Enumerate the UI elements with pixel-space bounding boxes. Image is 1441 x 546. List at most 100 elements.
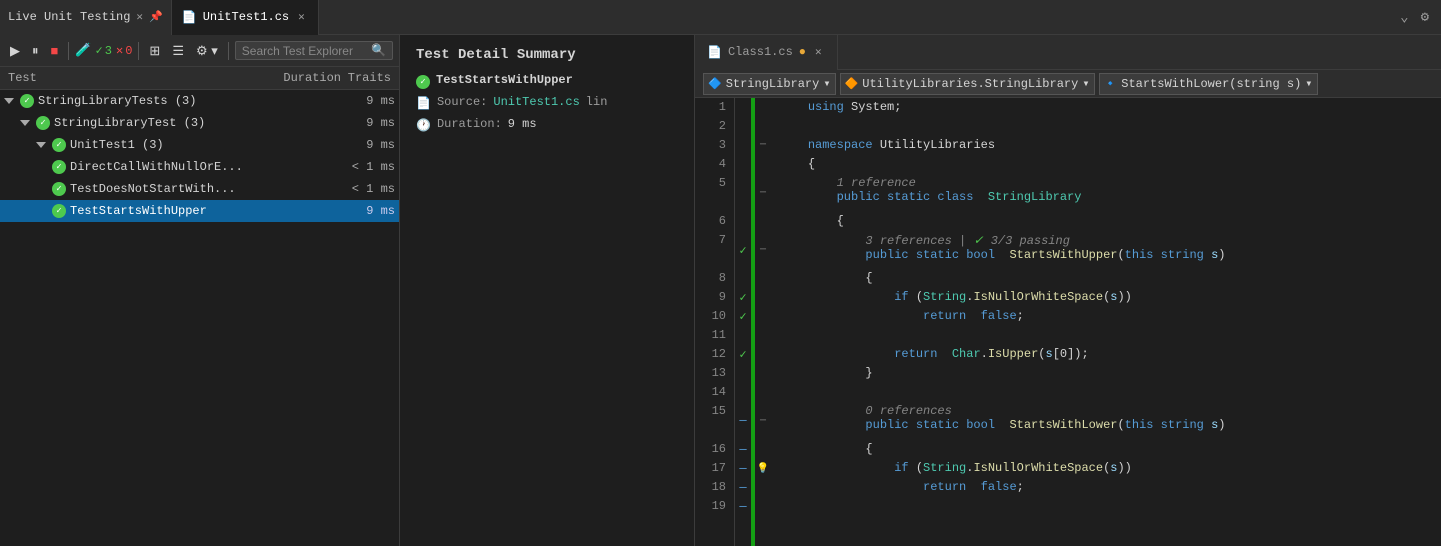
fold-7[interactable]: ─ — [755, 231, 771, 269]
code-lines[interactable]: using System; namespace UtilityLibraries… — [771, 98, 1441, 546]
code-line-11 — [771, 326, 1441, 345]
dropdown-arrow: ▾ — [823, 76, 830, 91]
check-icon: ✓ — [96, 43, 103, 58]
fold-4 — [755, 155, 771, 174]
gutter-5 — [735, 174, 751, 212]
namespace-dropdown[interactable]: 🔶 UtilityLibraries.StringLibrary ▾ — [840, 73, 1095, 95]
pass-icon — [52, 138, 66, 152]
pass-icon — [20, 94, 34, 108]
dash-gutter-15: ─ — [739, 414, 746, 428]
ns-icon: 🔶 — [845, 77, 859, 91]
search-icon: 🔍 — [371, 43, 386, 58]
fold-18 — [755, 478, 771, 497]
test-row-string-library-test[interactable]: StringLibraryTest (3) 9 ms — [0, 112, 399, 134]
line-num: 1 — [703, 98, 726, 117]
check-gutter-7: ✓ — [739, 243, 746, 258]
search-input[interactable] — [242, 44, 367, 58]
pass-icon — [36, 116, 50, 130]
row-label: DirectCallWithNullOrE... — [70, 160, 243, 174]
duration-label: Duration: — [437, 117, 502, 131]
check-gutter-12: ✓ — [739, 347, 746, 362]
code-line-15: 0 references public static bool StartsWi… — [771, 402, 1441, 440]
class1-tab-close[interactable]: ✕ — [812, 44, 825, 60]
play-button[interactable]: ▶ — [6, 41, 24, 61]
unittest1-tab[interactable]: 📄 UnitTest1.cs ✕ — [172, 0, 319, 35]
line-num: 19 — [703, 497, 726, 516]
unittest1-tab-close[interactable]: ✕ — [295, 9, 308, 25]
test-row-does-not-start[interactable]: TestDoesNotStartWith... < 1 ms — [0, 178, 399, 200]
code-editor[interactable]: 1 2 3 4 5 6 7 8 9 10 11 12 13 14 15 16 1 — [695, 98, 1441, 546]
code-line-7: 3 references | ✓ 3/3 passing public stat… — [771, 231, 1441, 269]
code-line-2 — [771, 117, 1441, 136]
code-line-13: } — [771, 364, 1441, 383]
gutter-8 — [735, 269, 751, 288]
gutter-12: ✓ — [735, 345, 751, 364]
line-num: 17 — [703, 459, 726, 478]
row-duration: 9 ms — [305, 116, 395, 130]
dropdown-arrow-icon[interactable]: ⌄ — [1396, 7, 1412, 28]
code-line-3: namespace UtilityLibraries — [771, 136, 1441, 155]
row-duration: 9 ms — [305, 94, 395, 108]
fold-13 — [755, 364, 771, 383]
lightbulb-icon[interactable]: 💡 — [757, 463, 769, 475]
settings-button[interactable]: ⚙ ▾ — [192, 41, 222, 61]
settings-icon[interactable]: ⚙ — [1417, 7, 1433, 28]
gutter-15: ─ — [735, 402, 751, 440]
traits-column-header: Traits — [341, 71, 391, 85]
test-toolbar: ▶ ⏸ ■ 🧪 ✓ 3 ✕ 0 ⊞ ☰ ⚙ ▾ 🔍 — [0, 35, 399, 67]
code-line-6: { — [771, 212, 1441, 231]
line-num: 7 — [703, 231, 726, 269]
dropdown-arrow2: ▾ — [1082, 76, 1089, 91]
live-unit-testing-tab[interactable]: Live Unit Testing ✕ 📌 — [0, 0, 172, 35]
live-tab-close-icon[interactable]: ✕ — [136, 10, 143, 24]
line-num: 10 — [703, 307, 726, 326]
group-button[interactable]: ⊞ — [145, 41, 164, 61]
line-num: 11 — [703, 326, 726, 345]
method-dropdown[interactable]: 🔹 StartsWithLower(string s) ▾ — [1099, 73, 1318, 95]
fold-1 — [755, 98, 771, 117]
test-tree: StringLibraryTests (3) 9 ms StringLibrar… — [0, 90, 399, 546]
fold-3[interactable]: ─ — [755, 136, 771, 155]
search-box[interactable]: 🔍 — [235, 41, 393, 60]
test-row-direct-call[interactable]: DirectCallWithNullOrE... < 1 ms — [0, 156, 399, 178]
pin-icon[interactable]: 📌 — [149, 10, 163, 24]
detail-check-icon — [416, 74, 430, 89]
fold-15[interactable]: ─ — [755, 402, 771, 440]
test-row-string-library-tests[interactable]: StringLibraryTests (3) 9 ms — [0, 90, 399, 112]
gutter-16: ─ — [735, 440, 751, 459]
fold-6 — [755, 212, 771, 231]
row-label: TestStartsWithUpper — [70, 204, 207, 218]
expand-icon — [36, 142, 46, 148]
pass-count: 3 — [105, 44, 112, 58]
code-line-1: using System; — [771, 98, 1441, 117]
expand-icon — [20, 120, 30, 126]
fold-12 — [755, 345, 771, 364]
expand-icon — [4, 98, 14, 104]
pause-button[interactable]: ⏸ — [28, 41, 43, 61]
fold-5[interactable]: ─ — [755, 174, 771, 212]
code-line-4: { — [771, 155, 1441, 174]
gutter-11 — [735, 326, 751, 345]
test-row-unit-test1[interactable]: UnitTest1 (3) 9 ms — [0, 134, 399, 156]
fold-9 — [755, 288, 771, 307]
method-label: StartsWithLower(string s) — [1121, 77, 1301, 91]
unittest1-tab-label: UnitTest1.cs — [203, 10, 289, 24]
line-num: 12 — [703, 345, 726, 364]
line-num: 3 — [703, 136, 726, 155]
test-row-starts-with-upper[interactable]: TestStartsWithUpper 9 ms — [0, 200, 399, 222]
row-label: TestDoesNotStartWith... — [70, 182, 236, 196]
row-duration: < 1 ms — [305, 182, 395, 196]
line-num: 18 — [703, 478, 726, 497]
source-link[interactable]: UnitTest1.cs — [493, 95, 579, 109]
class1-tab[interactable]: 📄 Class1.cs ● ✕ — [695, 35, 838, 70]
ns-label: UtilityLibraries.StringLibrary — [862, 77, 1078, 91]
line-num: 8 — [703, 269, 726, 288]
stop-button[interactable]: ■ — [47, 41, 63, 60]
class-dropdown[interactable]: 🔷 StringLibrary ▾ — [703, 73, 836, 95]
code-line-5: 1 reference public static class StringLi… — [771, 174, 1441, 212]
list-button[interactable]: ☰ — [168, 41, 188, 61]
main-content: ▶ ⏸ ■ 🧪 ✓ 3 ✕ 0 ⊞ ☰ ⚙ ▾ 🔍 Te — [0, 35, 1441, 546]
row-duration: 9 ms — [305, 204, 395, 218]
source-icon: 📄 — [416, 96, 431, 111]
line-numbers: 1 2 3 4 5 6 7 8 9 10 11 12 13 14 15 16 1 — [695, 98, 735, 546]
